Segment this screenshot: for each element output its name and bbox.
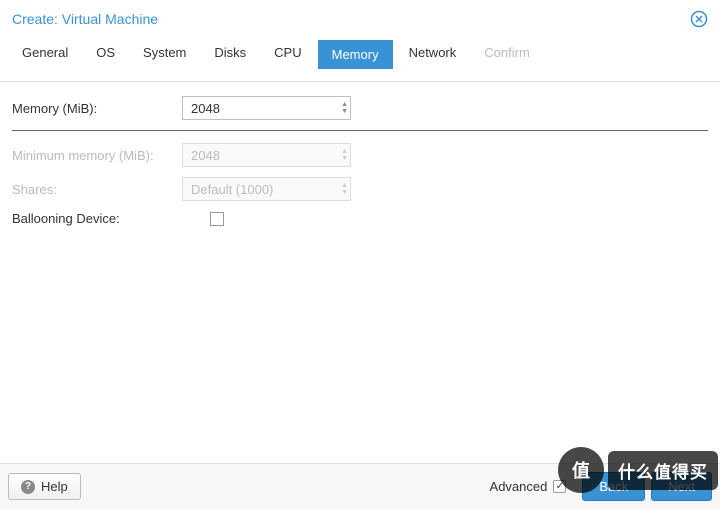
- shares-input-wrap: ▲▼: [182, 177, 351, 201]
- ballooning-row: Ballooning Device:: [12, 211, 708, 226]
- shares-input: [182, 177, 351, 201]
- tab-bar: General OS System Disks CPU Memory Netwo…: [0, 36, 720, 82]
- advanced-toggle[interactable]: Advanced ✓: [490, 479, 567, 494]
- tab-network[interactable]: Network: [397, 40, 469, 69]
- memory-label: Memory (MiB):: [12, 101, 182, 116]
- ballooning-checkbox[interactable]: [210, 212, 224, 226]
- min-memory-input-wrap: ▲▼: [182, 143, 351, 167]
- tab-general[interactable]: General: [10, 40, 80, 69]
- close-button[interactable]: [690, 10, 708, 28]
- advanced-checkbox[interactable]: ✓: [553, 480, 566, 493]
- tab-system[interactable]: System: [131, 40, 198, 69]
- min-memory-label: Minimum memory (MiB):: [12, 148, 182, 163]
- tab-memory[interactable]: Memory: [318, 40, 393, 69]
- dialog-footer: ? Help Advanced ✓ Back Next: [0, 463, 720, 509]
- advanced-label: Advanced: [490, 479, 548, 494]
- memory-input-wrap: ▲▼: [182, 96, 351, 120]
- tab-confirm: Confirm: [472, 40, 542, 69]
- form-panel: Memory (MiB): ▲▼ Minimum memory (MiB): ▲…: [0, 82, 720, 250]
- min-memory-input: [182, 143, 351, 167]
- back-button[interactable]: Back: [582, 472, 645, 501]
- tab-disks[interactable]: Disks: [202, 40, 258, 69]
- ballooning-label: Ballooning Device:: [12, 211, 182, 226]
- help-button[interactable]: ? Help: [8, 473, 81, 500]
- dialog-title: Create: Virtual Machine: [12, 11, 158, 27]
- help-label: Help: [41, 479, 68, 494]
- close-icon: [690, 10, 708, 28]
- dialog-header: Create: Virtual Machine: [0, 0, 720, 36]
- tab-os[interactable]: OS: [84, 40, 127, 69]
- min-memory-row: Minimum memory (MiB): ▲▼: [12, 143, 708, 167]
- shares-row: Shares: ▲▼: [12, 177, 708, 201]
- memory-row: Memory (MiB): ▲▼: [12, 96, 708, 120]
- next-button[interactable]: Next: [651, 472, 712, 501]
- memory-input[interactable]: [182, 96, 351, 120]
- tab-cpu[interactable]: CPU: [262, 40, 313, 69]
- help-icon: ?: [21, 480, 35, 494]
- footer-right: Advanced ✓ Back Next: [490, 472, 712, 501]
- shares-label: Shares:: [12, 182, 182, 197]
- divider: [12, 130, 708, 131]
